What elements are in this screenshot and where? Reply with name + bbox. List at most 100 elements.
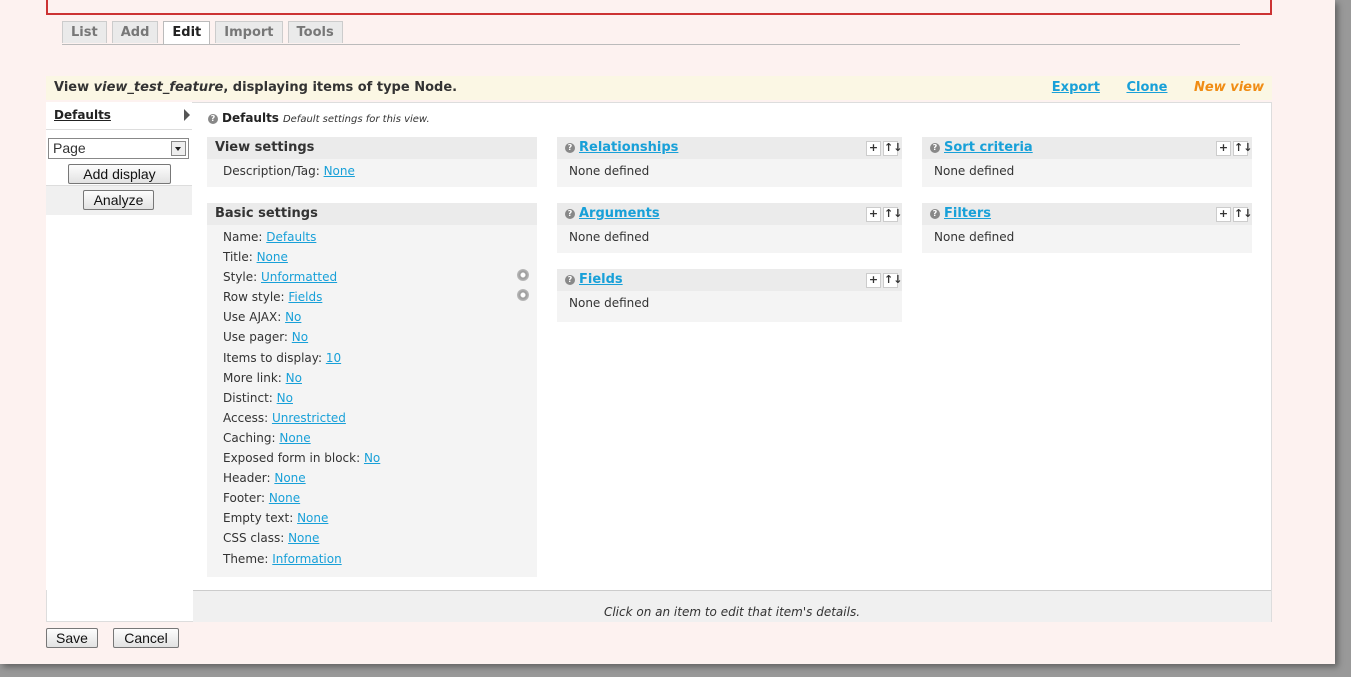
tab-tools[interactable]: Tools bbox=[287, 21, 343, 43]
more-link-link[interactable]: No bbox=[286, 371, 302, 385]
sort-criteria-box: ? Sort criteria + ↑↓ None defined bbox=[922, 137, 1252, 187]
setting-row: Empty text: None bbox=[223, 511, 329, 526]
filters-link[interactable]: Filters bbox=[944, 206, 991, 221]
setting-row: More link: No bbox=[223, 370, 302, 385]
add-icon[interactable]: + bbox=[866, 207, 881, 222]
rearrange-icon[interactable]: ↑↓ bbox=[1233, 141, 1252, 156]
css-class-link[interactable]: None bbox=[288, 531, 319, 545]
setting-row: Style: Unformatted bbox=[223, 270, 338, 285]
setting-row: Access: Unrestricted bbox=[223, 410, 346, 425]
theme-link[interactable]: Information bbox=[272, 552, 341, 566]
rearrange-icon[interactable]: ↑↓ bbox=[883, 207, 902, 222]
add-icon[interactable]: + bbox=[866, 273, 881, 288]
name-link[interactable]: Defaults bbox=[266, 230, 316, 244]
exposed-form-link[interactable]: No bbox=[364, 451, 380, 465]
chevron-down-icon[interactable] bbox=[171, 141, 186, 156]
display-header: ? Defaults Default settings for this view. bbox=[208, 111, 430, 125]
setting-row: Distinct: No bbox=[223, 390, 293, 405]
view-machine-name: view_test_feature bbox=[93, 80, 224, 95]
header-link[interactable]: None bbox=[274, 471, 305, 485]
filters-empty: None defined bbox=[934, 230, 1015, 244]
distinct-link[interactable]: No bbox=[277, 391, 293, 405]
export-link[interactable]: Export bbox=[1052, 80, 1100, 95]
fields-empty: None defined bbox=[569, 296, 650, 310]
help-icon: ? bbox=[565, 274, 575, 285]
tab-import[interactable]: Import bbox=[215, 21, 283, 43]
accent-border-bottom bbox=[46, 13, 1272, 15]
use-ajax-link[interactable]: No bbox=[285, 310, 301, 324]
basic-settings-list: Name: Defaults Title: None Style: Unform… bbox=[207, 225, 537, 569]
items-to-display-link[interactable]: 10 bbox=[326, 351, 341, 365]
help-icon: ? bbox=[930, 142, 940, 153]
setting-row: Name: Defaults bbox=[223, 230, 317, 244]
setting-row: Row style: Fields bbox=[223, 290, 323, 305]
cancel-button[interactable]: Cancel bbox=[113, 628, 179, 648]
fields-link[interactable]: Fields bbox=[579, 272, 623, 287]
access-link[interactable]: Unrestricted bbox=[272, 411, 346, 425]
display-sidebar: Defaults Page Add display Analyze bbox=[46, 102, 192, 590]
setting-row: Theme: Information bbox=[223, 551, 342, 566]
caching-link[interactable]: None bbox=[279, 431, 310, 445]
arguments-link[interactable]: Arguments bbox=[579, 206, 660, 221]
title-link[interactable]: None bbox=[257, 250, 288, 264]
filters-box: ? Filters + ↑↓ None defined bbox=[922, 203, 1252, 253]
save-button[interactable]: Save bbox=[46, 628, 98, 648]
gear-icon[interactable] bbox=[517, 289, 529, 301]
use-pager-link[interactable]: No bbox=[292, 330, 308, 344]
setting-row: Exposed form in block: No bbox=[223, 451, 381, 466]
setting-row: Use pager: No bbox=[223, 330, 309, 345]
sort-criteria-link[interactable]: Sort criteria bbox=[944, 140, 1033, 155]
relationships-box: ? Relationships + ↑↓ None defined bbox=[557, 137, 902, 187]
arguments-box: ? Arguments + ↑↓ None defined bbox=[557, 203, 902, 253]
clone-link[interactable]: Clone bbox=[1126, 80, 1167, 95]
view-actions: Export Clone New view bbox=[1030, 76, 1264, 100]
view-title: View view_test_feature, displaying items… bbox=[54, 80, 458, 95]
tab-list[interactable]: List bbox=[62, 21, 107, 43]
setting-row: Title: None bbox=[223, 250, 288, 265]
row-style-link[interactable]: Fields bbox=[288, 290, 322, 304]
add-display-button[interactable]: Add display bbox=[68, 164, 171, 184]
analyze-button[interactable]: Analyze bbox=[83, 190, 154, 210]
edit-hint-bar: Click on an item to edit that item's det… bbox=[193, 590, 1271, 622]
footer-link[interactable]: None bbox=[269, 491, 300, 505]
basic-settings-box: Basic settings Name: Defaults Title: Non… bbox=[207, 203, 537, 577]
help-icon: ? bbox=[565, 208, 575, 219]
setting-row: CSS class: None bbox=[223, 531, 320, 546]
display-tab-defaults[interactable]: Defaults bbox=[46, 102, 192, 130]
new-view-link[interactable]: New view bbox=[1194, 80, 1264, 95]
basic-settings-title: Basic settings bbox=[207, 203, 537, 225]
rearrange-icon[interactable]: ↑↓ bbox=[1233, 207, 1252, 222]
sort-criteria-empty: None defined bbox=[934, 164, 1015, 178]
setting-row: Caching: None bbox=[223, 430, 311, 445]
tab-add[interactable]: Add bbox=[111, 21, 159, 43]
setting-row: Description/Tag: None bbox=[223, 164, 355, 178]
setting-row: Footer: None bbox=[223, 491, 301, 506]
tab-edit[interactable]: Edit bbox=[163, 21, 211, 45]
gear-icon[interactable] bbox=[517, 269, 529, 281]
help-icon: ? bbox=[930, 208, 940, 219]
add-icon[interactable]: + bbox=[1216, 141, 1231, 156]
view-info-bar: View view_test_feature, displaying items… bbox=[46, 76, 1272, 100]
add-icon[interactable]: + bbox=[866, 141, 881, 156]
description-tag-link[interactable]: None bbox=[324, 164, 355, 178]
fields-box: ? Fields + ↑↓ None defined bbox=[557, 269, 902, 322]
display-description: Default settings for this view. bbox=[282, 114, 430, 125]
help-icon: ? bbox=[565, 142, 575, 153]
relationships-empty: None defined bbox=[569, 164, 650, 178]
defaults-link[interactable]: Defaults bbox=[54, 108, 111, 122]
page-frame: List Add Edit Import Tools View view_tes… bbox=[0, 0, 1335, 664]
display-title: Defaults bbox=[222, 111, 279, 125]
style-link[interactable]: Unformatted bbox=[261, 270, 337, 284]
view-settings-box: View settings Description/Tag: None bbox=[207, 137, 537, 187]
setting-row: Items to display: 10 bbox=[223, 350, 342, 365]
rearrange-icon[interactable]: ↑↓ bbox=[883, 273, 902, 288]
arrow-right-icon bbox=[184, 109, 190, 121]
add-icon[interactable]: + bbox=[1216, 207, 1231, 222]
help-icon: ? bbox=[208, 113, 218, 124]
display-type-select[interactable]: Page bbox=[48, 138, 189, 159]
relationships-link[interactable]: Relationships bbox=[579, 140, 678, 155]
setting-row: Use AJAX: No bbox=[223, 310, 302, 325]
empty-text-link[interactable]: None bbox=[297, 511, 328, 525]
rearrange-icon[interactable]: ↑↓ bbox=[883, 141, 902, 156]
view-settings-title: View settings bbox=[207, 137, 537, 159]
